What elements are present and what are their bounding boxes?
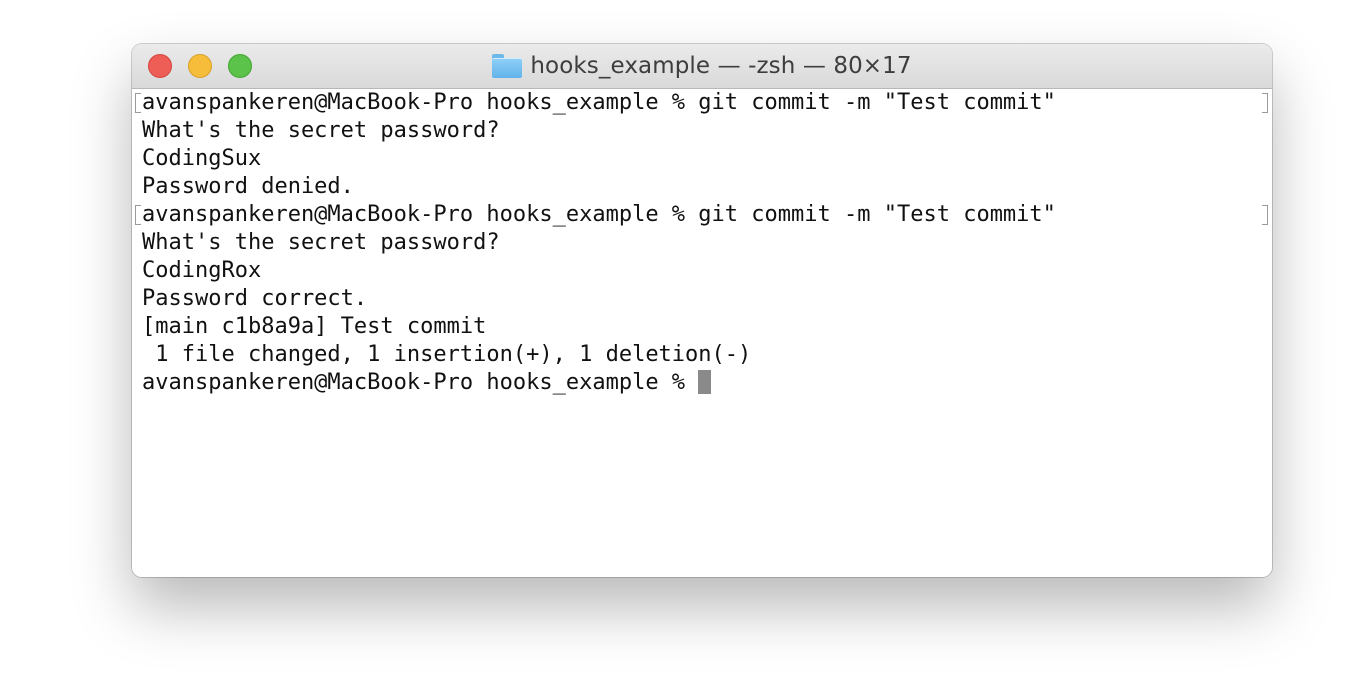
prompt-text: avanspankeren@MacBook-Pro hooks_example … [142, 370, 699, 395]
terminal-line: [main c1b8a9a] Test commit [142, 314, 487, 339]
terminal-line: avanspankeren@MacBook-Pro hooks_example … [142, 90, 1056, 115]
terminal-line: CodingRox [142, 258, 262, 283]
terminal-line: Password denied. [142, 174, 354, 199]
line-mark-left [135, 93, 141, 113]
terminal-line: What's the secret password? [142, 230, 500, 255]
line-mark-right [1262, 205, 1268, 225]
terminal-line: CodingSux [142, 146, 262, 171]
window-title-group: hooks_example — -zsh — 80×17 [132, 44, 1272, 88]
terminal-line: 1 file changed, 1 insertion(+), 1 deleti… [142, 342, 752, 367]
text-cursor [698, 370, 712, 394]
folder-icon [492, 54, 523, 78]
window-title: hooks_example — -zsh — 80×17 [530, 53, 912, 79]
prompt-line[interactable]: avanspankeren@MacBook-Pro hooks_example … [142, 369, 712, 397]
line-mark-right [1262, 93, 1268, 113]
terminal-line: What's the secret password? [142, 118, 500, 143]
line-mark-left [135, 205, 141, 225]
terminal-line: avanspankeren@MacBook-Pro hooks_example … [142, 202, 1056, 227]
terminal-line: Password correct. [142, 286, 368, 311]
terminal-window: hooks_example — -zsh — 80×17 avanspanker… [132, 44, 1272, 577]
terminal-output[interactable]: avanspankeren@MacBook-Pro hooks_example … [132, 89, 1272, 577]
title-bar[interactable]: hooks_example — -zsh — 80×17 [132, 44, 1272, 89]
desktop: hooks_example — -zsh — 80×17 avanspanker… [0, 0, 1354, 694]
